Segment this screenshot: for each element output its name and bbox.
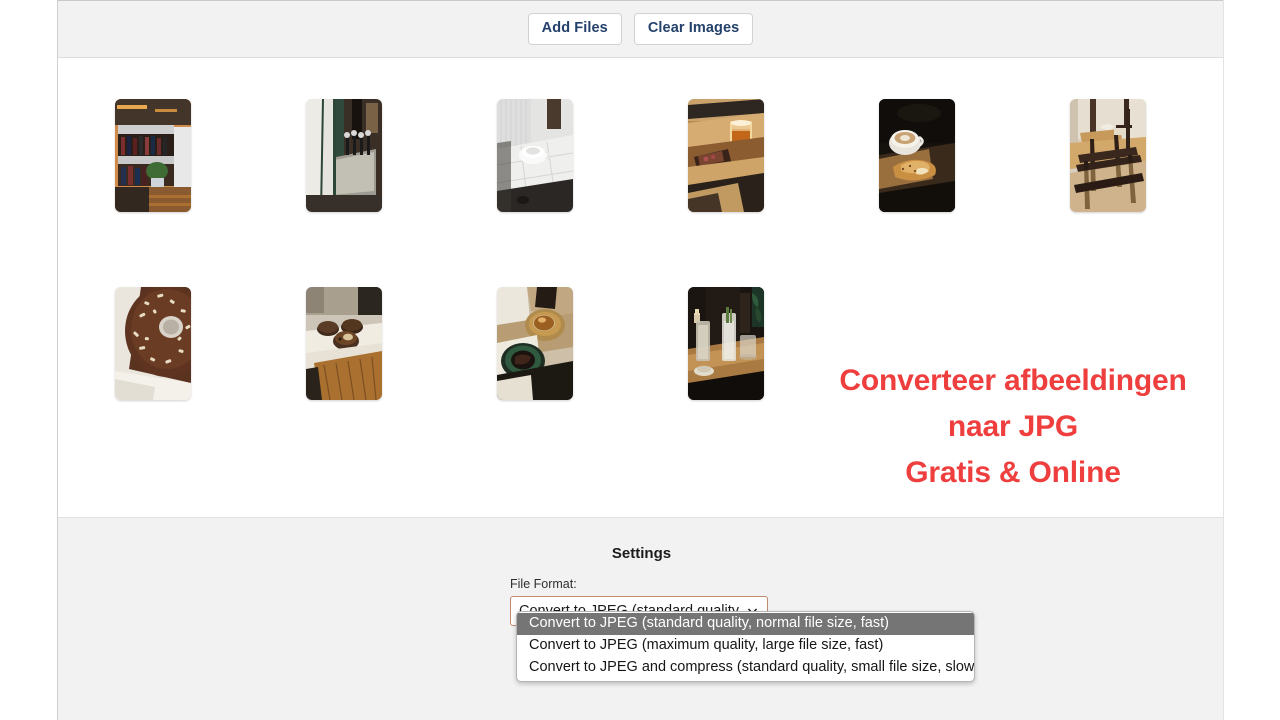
settings-title: Settings bbox=[611, 545, 672, 562]
settings-panel: Settings File Format: Convert to JPEG (s… bbox=[58, 517, 1223, 720]
dropdown-option[interactable]: Convert to JPEG (maximum quality, large … bbox=[517, 635, 974, 657]
beer-taps-image bbox=[306, 99, 382, 212]
headline-line-2: naar JPG bbox=[947, 410, 1079, 443]
thumbnail-area: Converteer afbeeldingen naar JPG Gratis … bbox=[58, 58, 1223, 517]
thumbnail-item[interactable] bbox=[688, 99, 764, 212]
bar-drinks-dark-image bbox=[688, 287, 764, 400]
file-format-label: File Format: bbox=[510, 577, 577, 591]
marketing-headline: Converteer afbeeldingen naar JPG Gratis … bbox=[803, 358, 1223, 496]
thumbnail-item[interactable] bbox=[306, 287, 382, 400]
latte-croissant-image bbox=[879, 99, 955, 212]
dropdown-option[interactable]: Convert to JPEG and compress (standard q… bbox=[517, 657, 974, 679]
iced-coffee-cake-image bbox=[497, 287, 573, 400]
app-container: Add Files Clear Images Converteer afbeel… bbox=[57, 0, 1224, 720]
coffee-cup-tiles-image bbox=[497, 99, 573, 212]
thumbnail-item[interactable] bbox=[1070, 99, 1146, 212]
page-root: Add Files Clear Images Converteer afbeel… bbox=[0, 0, 1280, 720]
pastries-counter-image bbox=[306, 287, 382, 400]
thumbnail-item[interactable] bbox=[497, 287, 573, 400]
headline-line-3: Gratis & Online bbox=[905, 456, 1121, 489]
thumbnail-item[interactable] bbox=[115, 287, 191, 400]
thumbnail-item[interactable] bbox=[497, 99, 573, 212]
dropdown-option[interactable]: Convert to JPEG (standard quality, norma… bbox=[517, 613, 974, 635]
thumbnail-item[interactable] bbox=[306, 99, 382, 212]
thumbnail-item[interactable] bbox=[115, 99, 191, 212]
cafe-chairs-image bbox=[1070, 99, 1146, 212]
file-format-dropdown[interactable]: Convert to JPEG (standard quality, norma… bbox=[516, 611, 975, 682]
thumbnail-item[interactable] bbox=[688, 287, 764, 400]
thumbnail-row-1 bbox=[58, 83, 1223, 271]
clear-images-button[interactable]: Clear Images bbox=[633, 13, 754, 45]
file-format-field: File Format: Convert to JPEG (standard q… bbox=[510, 577, 980, 682]
add-files-button[interactable]: Add Files bbox=[527, 13, 622, 45]
beer-and-food-board-image bbox=[688, 99, 764, 212]
headline-line-1: Converteer afbeeldingen bbox=[839, 364, 1187, 397]
bar-shelves-image bbox=[115, 99, 191, 212]
thumbnail-item[interactable] bbox=[879, 99, 955, 212]
toolbar: Add Files Clear Images bbox=[58, 0, 1223, 58]
chocolate-donut-image bbox=[115, 287, 191, 400]
